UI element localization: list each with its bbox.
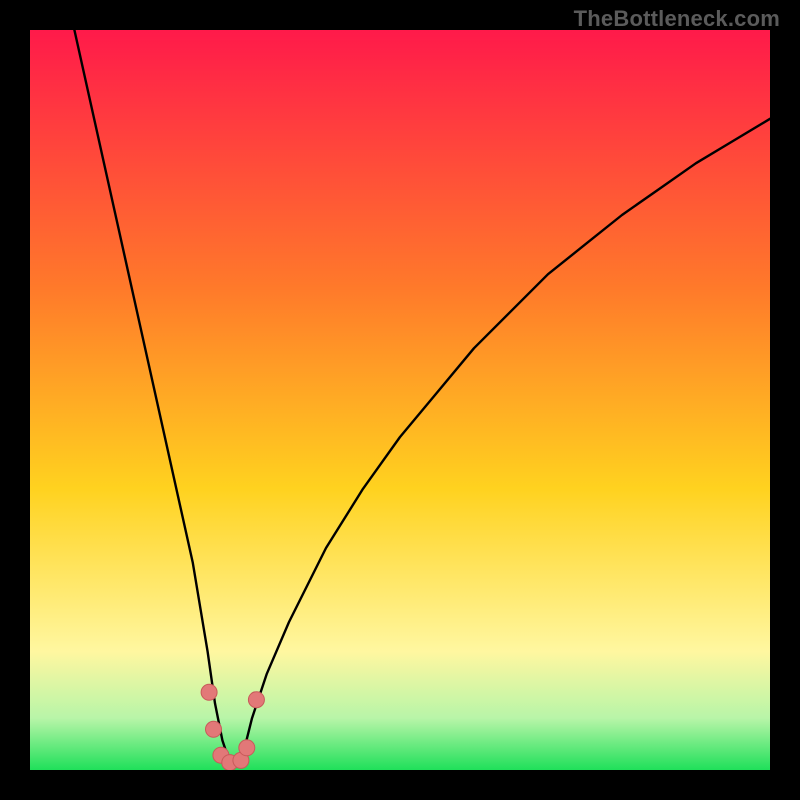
plot-area	[30, 30, 770, 770]
chart-svg	[30, 30, 770, 770]
curve-marker	[206, 721, 222, 737]
gradient-background	[30, 30, 770, 770]
watermark-text: TheBottleneck.com	[574, 6, 780, 32]
curve-marker	[201, 684, 217, 700]
chart-frame: TheBottleneck.com	[0, 0, 800, 800]
curve-marker	[239, 740, 255, 756]
curve-marker	[248, 692, 264, 708]
